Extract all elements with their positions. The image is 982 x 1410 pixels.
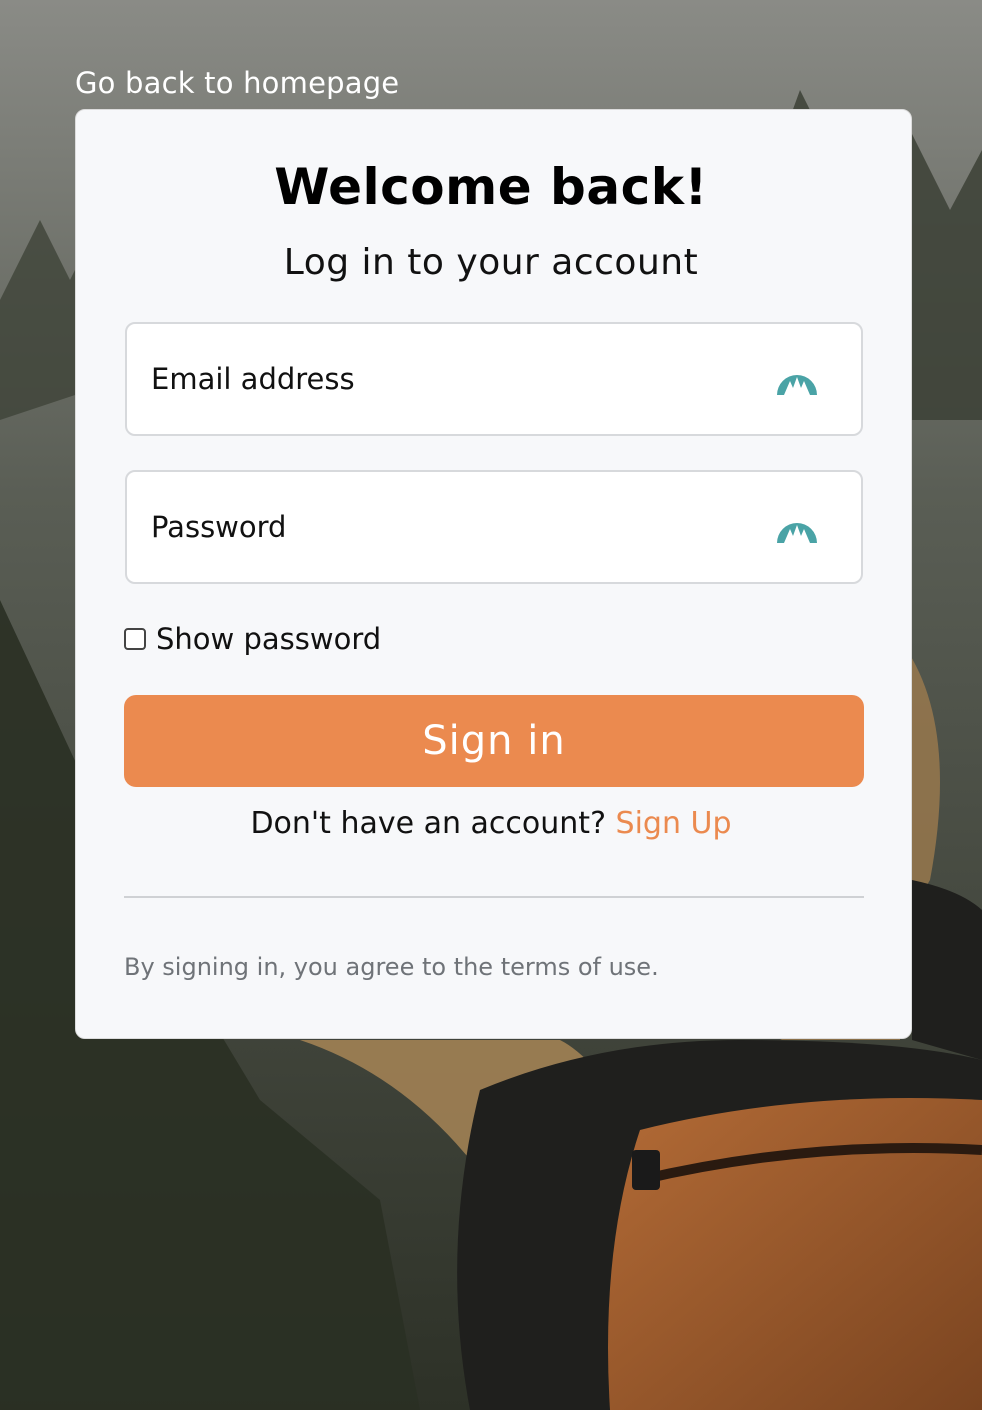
page-title: Welcome back!	[274, 158, 708, 216]
divider	[124, 896, 864, 898]
sign-up-link[interactable]: Sign Up	[616, 806, 732, 841]
password-manager-icon[interactable]	[776, 361, 818, 397]
page-subtitle: Log in to your account	[283, 242, 699, 283]
email-input[interactable]	[151, 324, 751, 434]
signup-prompt-line: Don't have an account? Sign Up	[0, 806, 982, 841]
terms-text: By signing in, you agree to the terms of…	[124, 953, 659, 981]
signup-prompt-text: Don't have an account?	[250, 806, 606, 841]
show-password-checkbox[interactable]	[124, 628, 146, 650]
password-input[interactable]	[151, 472, 751, 582]
back-to-homepage-link[interactable]: Go back to homepage	[75, 66, 399, 100]
password-manager-icon[interactable]	[776, 509, 818, 545]
password-field[interactable]	[125, 470, 863, 584]
show-password-toggle[interactable]: Show password	[124, 622, 381, 656]
sign-in-button[interactable]: Sign in	[124, 695, 864, 787]
email-field[interactable]	[125, 322, 863, 436]
show-password-label: Show password	[156, 622, 382, 656]
